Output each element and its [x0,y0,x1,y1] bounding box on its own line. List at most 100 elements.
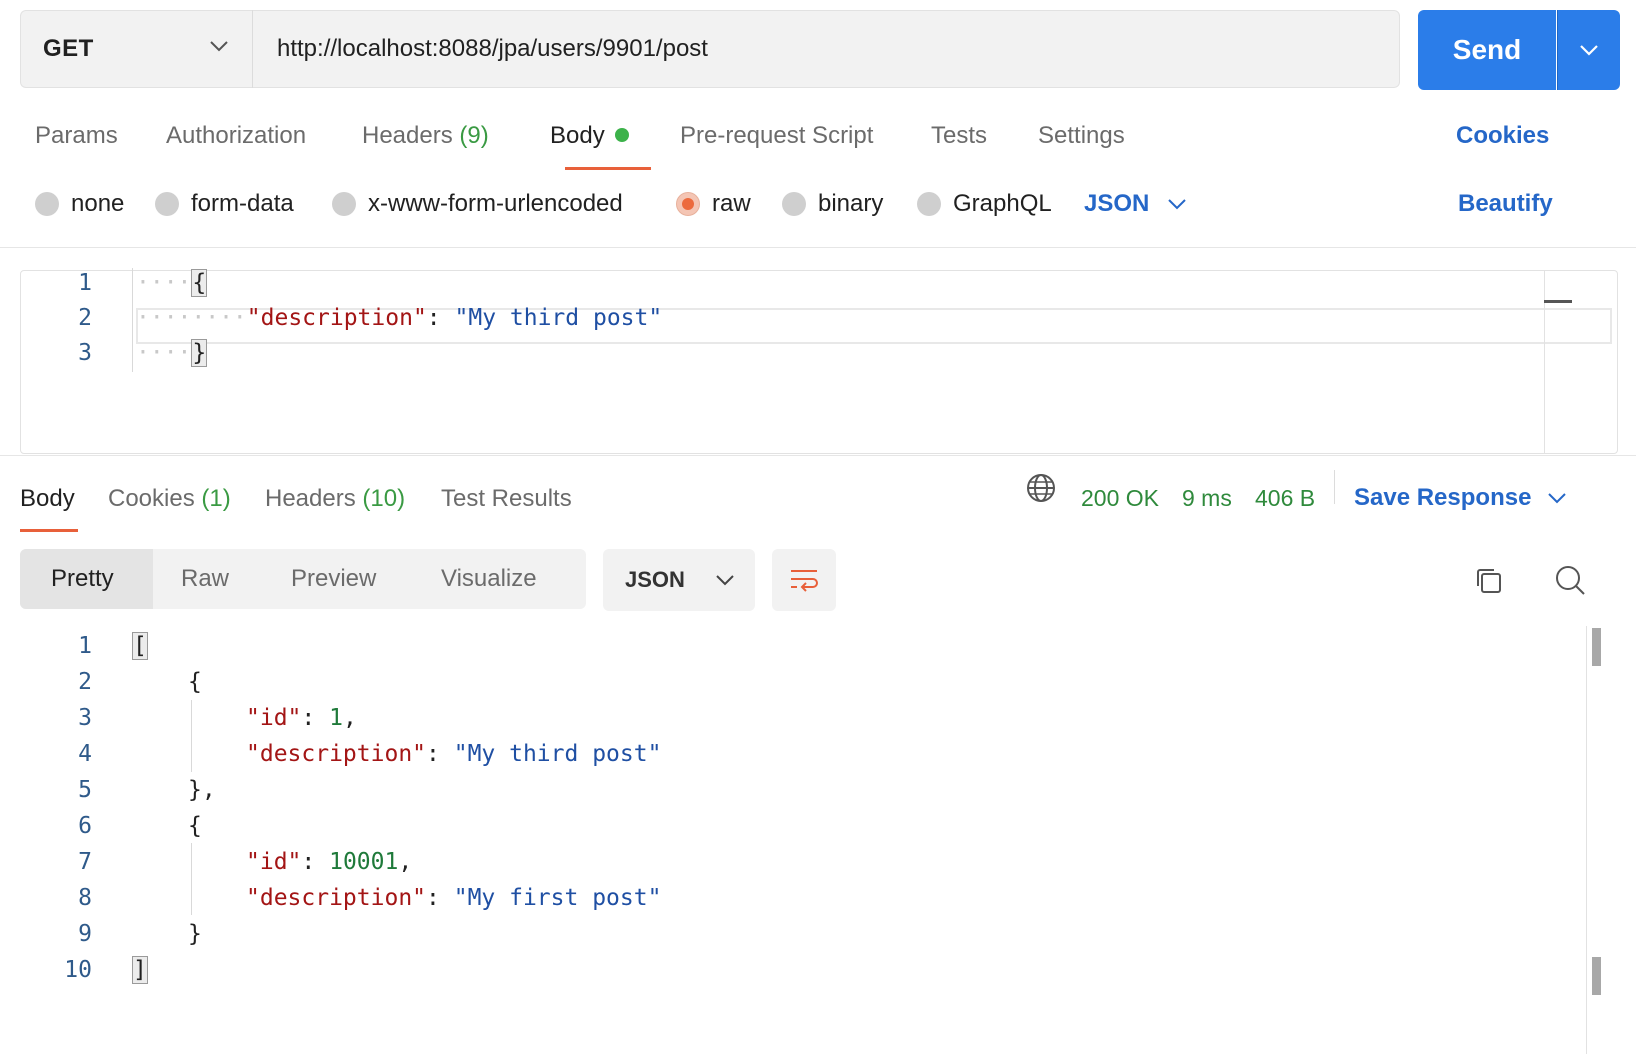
body-format-label: JSON [1084,190,1150,217]
active-tab-underline [565,167,651,170]
response-tab-headers-label: Headers [265,485,356,512]
code-line: "description": "My first post" [246,885,661,911]
radio-circle [35,192,59,216]
tab-headers-label: Headers [362,122,453,149]
scrollbar-thumb-bottom[interactable] [1592,957,1601,995]
code-line: { [188,813,202,839]
tab-authorization[interactable]: Authorization [166,122,306,150]
brace-open: { [188,669,202,695]
method-label: GET [43,35,94,62]
radio-graphql[interactable]: GraphQL [917,190,1052,218]
code-line: { [188,669,202,695]
scrollbar-thumb-top[interactable] [1592,628,1601,666]
response-tab-body[interactable]: Body [20,485,75,513]
radio-circle-selected [676,192,700,216]
divider [252,10,253,88]
divider [0,247,1636,248]
code-line: ········"description": "My third post" [136,305,663,331]
tab-headers-count: (9) [459,122,489,149]
tab-body[interactable]: Body [550,122,629,150]
code-line: "id": 1, [246,705,357,731]
json-colon: : [301,705,330,731]
chevron-down-icon [716,575,734,586]
send-button[interactable]: Send [1418,10,1556,90]
radio-binary[interactable]: binary [782,190,883,218]
view-mode-preview[interactable]: Preview [291,549,376,609]
url-input[interactable]: http://localhost:8088/jpa/users/9901/pos… [252,10,1400,88]
view-mode-pretty[interactable]: Pretty [51,549,114,609]
response-tab-test-results[interactable]: Test Results [441,485,572,513]
tab-params[interactable]: Params [35,122,118,150]
save-response-label: Save Response [1354,484,1532,511]
line-number: 5 [78,777,92,803]
json-colon: : [426,305,455,331]
brace-close: } [188,921,202,947]
editor-scroll-marker [1544,300,1572,303]
json-colon: : [426,885,454,911]
active-tab-underline [20,529,78,532]
response-tab-cookies-label: Cookies [108,485,195,512]
tab-settings[interactable]: Settings [1038,122,1125,150]
json-key: "id" [246,705,302,731]
line-number: 9 [78,921,92,947]
line-number: 1 [78,633,92,659]
brace-close: } [191,339,208,367]
wrap-lines-button[interactable] [772,549,836,611]
radio-raw[interactable]: raw [676,190,751,218]
tab-tests[interactable]: Tests [931,122,987,150]
copy-icon[interactable] [1474,566,1504,596]
line-number: 4 [78,741,92,767]
beautify-button[interactable]: Beautify [1458,190,1553,218]
json-string-value: "My third post" [453,741,662,767]
save-response-button[interactable]: Save Response [1354,484,1567,512]
code-line: ····} [136,339,208,367]
body-format-select[interactable]: JSON [1084,190,1187,218]
json-string-value: "My third post" [454,305,663,331]
radio-circle [155,192,179,216]
status-code[interactable]: 200 OK [1081,485,1159,512]
radio-circle [782,192,806,216]
response-tab-cookies[interactable]: Cookies (1) [108,485,231,513]
globe-icon[interactable] [1026,473,1056,503]
json-key: "id" [246,849,302,875]
response-tab-headers[interactable]: Headers (10) [265,485,405,513]
view-mode-raw[interactable]: Raw [181,549,229,609]
line-number: 8 [78,885,92,911]
radio-label: binary [818,190,884,217]
request-body-editor[interactable] [20,270,1618,454]
code-line: "description": "My third post" [246,741,661,767]
line-number: 6 [78,813,92,839]
radio-form-data[interactable]: form-data [155,190,294,218]
search-icon[interactable] [1554,564,1586,596]
radio-label: GraphQL [953,190,1052,217]
json-comma: , [398,849,413,875]
tab-pre-request-script[interactable]: Pre-request Script [680,122,873,150]
json-number-value: 1 [329,705,343,731]
wrap-lines-icon [791,570,818,592]
response-format-select[interactable]: JSON [603,549,755,611]
response-size[interactable]: 406 B [1255,485,1315,512]
json-string-value: "My first post" [453,885,662,911]
indent-guide [191,700,192,772]
code-line: ····{ [136,269,208,297]
json-key: "description" [246,741,427,767]
tab-headers[interactable]: Headers (9) [362,122,489,150]
code-line: }, [188,777,216,803]
cookies-link[interactable]: Cookies [1456,122,1549,150]
brace-open: { [188,813,202,839]
chevron-down-icon [1580,45,1598,56]
radio-none[interactable]: none [35,190,124,218]
response-time[interactable]: 9 ms [1182,485,1232,512]
bracket-open: [ [132,632,148,660]
url-text: http://localhost:8088/jpa/users/9901/pos… [277,35,708,62]
send-options-button[interactable] [1557,10,1620,90]
tab-body-label: Body [550,122,605,149]
radio-x-www-form-urlencoded[interactable]: x-www-form-urlencoded [332,190,623,218]
json-key: "description" [246,305,427,331]
method-select[interactable]: GET [20,10,252,88]
view-mode-visualize[interactable]: Visualize [441,549,537,609]
radio-circle [917,192,941,216]
line-number: 10 [64,957,92,983]
radio-circle [332,192,356,216]
radio-label: none [71,190,125,217]
